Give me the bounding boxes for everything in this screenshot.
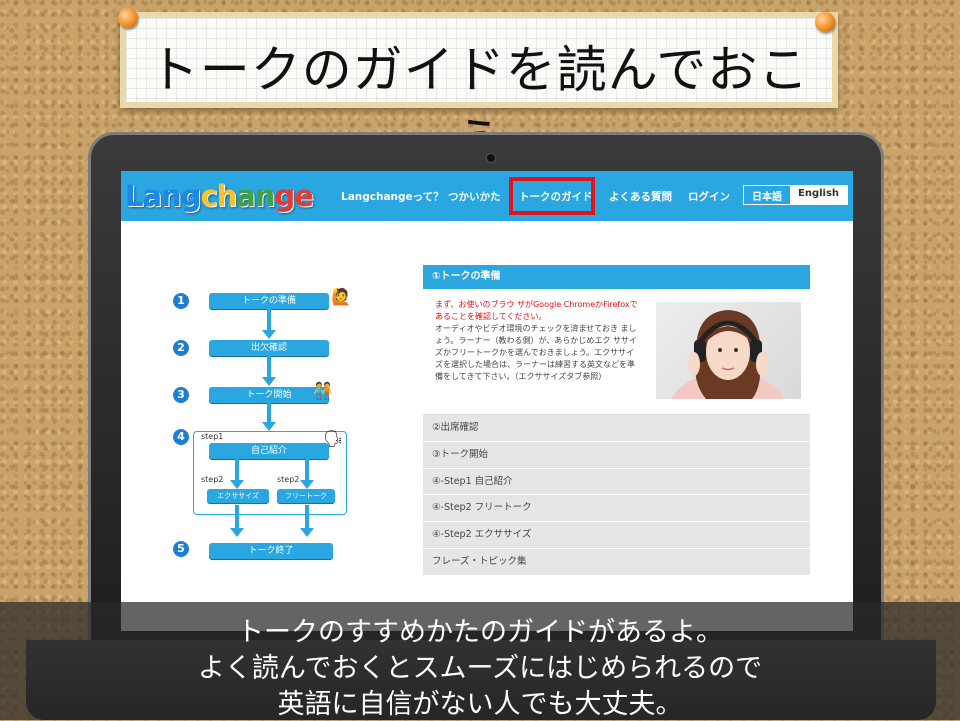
caption-line-1: トークのすすめかたのガイドがあるよ。 <box>237 617 723 648</box>
lang-ja-button[interactable]: 日本語 <box>744 186 790 204</box>
arrow-icon <box>262 403 276 431</box>
camera-icon <box>486 153 496 163</box>
step2-label: step2 <box>201 475 224 484</box>
arrow-icon <box>262 309 276 339</box>
accordion-item-exercise[interactable]: ④-Step2 エクササイズ <box>423 522 810 549</box>
people-icon: 🧑‍🤝‍🧑 <box>313 381 333 400</box>
nav-item-login[interactable]: ログイン <box>688 189 730 204</box>
flow-box-preparation: トークの準備 <box>209 293 329 309</box>
caption-overlay: トークのすすめかたのガイドがあるよ。 よく読んでおくとスムーズにはじめられるので… <box>0 602 960 720</box>
accordion-item-phrases[interactable]: フレーズ・トピック集 <box>423 548 810 576</box>
people-icon: 🗣 <box>323 429 344 448</box>
flow-box-talk-end: トーク終了 <box>209 543 333 559</box>
arrow-icon <box>230 505 244 537</box>
flow-box-exercise: エクササイズ <box>207 489 269 503</box>
logo-part: Lang <box>125 179 201 213</box>
browser-warning: まず、お使いのブラウ ザがGoogle ChromeかFirefoxであることを… <box>435 300 638 321</box>
accordion-item-attendance[interactable]: ②出席確認 <box>423 415 810 442</box>
highlight-frame <box>509 177 595 215</box>
step-number: 5 <box>173 541 189 557</box>
pushpin-icon <box>815 12 835 32</box>
accordion-item-free-talk[interactable]: ④-Step2 フリートーク <box>423 495 810 523</box>
accordion-body: まず、お使いのブラウ ザがGoogle ChromeかFirefoxであることを… <box>423 289 810 415</box>
accordion-header-preparation[interactable]: ①トークの準備 <box>423 265 810 289</box>
lang-en-button[interactable]: English <box>790 186 848 204</box>
browser-screen: Langchange Langchangeって？ つかいかた トークのガイド よ… <box>121 171 853 631</box>
arrow-icon <box>262 356 276 386</box>
guide-accordion: ①トークの準備 まず、お使いのブラウ ザがGoogle ChromeかFiref… <box>423 265 810 576</box>
step2-label: step2 <box>277 475 300 484</box>
woman-headphones-photo <box>656 302 801 399</box>
flow-box-talk-start: トーク開始 <box>209 387 329 403</box>
caption-line-3: 英語に自信がない人でも大丈夫。 <box>277 689 683 720</box>
step-number: 2 <box>173 340 189 356</box>
nav-bar: Langchange Langchangeって？ つかいかた トークのガイド よ… <box>121 171 853 221</box>
flow-box-self-intro: 自己紹介 <box>209 443 329 459</box>
person-icon: 🙋 <box>331 287 351 306</box>
step-number: 1 <box>173 293 189 309</box>
accordion-item-talk-start[interactable]: ③トーク開始 <box>423 441 810 469</box>
pushpin-icon <box>118 8 138 28</box>
flow-box-attendance: 出欠確認 <box>209 340 329 356</box>
logo-part: ch <box>200 179 237 213</box>
arrow-icon <box>300 459 314 489</box>
step1-label: step1 <box>201 432 224 441</box>
preparation-text: まず、お使いのブラウ ザがGoogle ChromeかFirefoxであることを… <box>435 299 641 383</box>
nav-item-how-to[interactable]: つかいかた <box>448 189 501 204</box>
logo[interactable]: Langchange <box>125 179 314 213</box>
arrow-icon <box>300 505 314 537</box>
caption-line-2: よく読んでおくとスムーズにはじめられるので <box>197 653 763 684</box>
arrow-icon <box>230 459 244 489</box>
step-number: 4 <box>173 429 189 445</box>
accordion-item-self-intro[interactable]: ④-Step1 自己紹介 <box>423 468 810 496</box>
logo-part: an <box>236 179 275 213</box>
flow-box-free-talk: フリートーク <box>277 489 335 503</box>
logo-part: ge <box>274 179 314 213</box>
title-card: トークのガイドを読んでおこう <box>120 12 838 171</box>
language-switch: 日本語 English <box>743 185 849 205</box>
step-number: 3 <box>173 387 189 403</box>
nav-item-faq[interactable]: よくある質問 <box>609 189 672 204</box>
nav-item-about[interactable]: Langchangeって？ <box>341 189 444 204</box>
preparation-description: オーディオやビデオ環境のチェックを済ませておき ましょう。ラーナー（教わる側）が… <box>435 324 637 381</box>
flowchart: 1 トークの準備 🙋 2 出欠確認 3 トーク開始 🧑‍🤝‍🧑 4 step1 … <box>173 279 383 569</box>
